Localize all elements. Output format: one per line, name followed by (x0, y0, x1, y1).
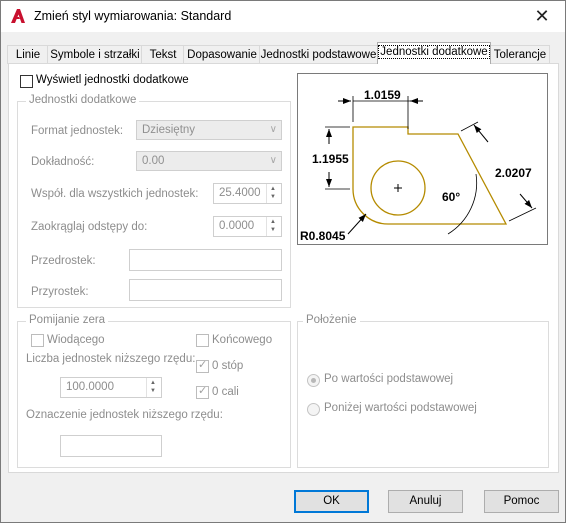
sub-units-factor-spinner[interactable]: 100.0000 ▲ ▼ (60, 377, 162, 398)
trailing-zero-checkbox[interactable] (196, 334, 209, 347)
prefix-input[interactable] (129, 249, 282, 271)
dimension-preview: 1.0159 1.1955 2.0207 60° R0.8045 (297, 73, 548, 245)
title-bar: Zmień styl wymiarowania: Standard ✕ (1, 1, 565, 32)
window-title: Zmień styl wymiarowania: Standard (34, 9, 232, 23)
below-primary-label: Poniżej wartości podstawowej (324, 402, 477, 414)
dim-angle-text: 60° (442, 190, 460, 204)
help-button[interactable]: Pomoc (484, 490, 559, 513)
preview-drawing: 1.0159 1.1955 2.0207 60° R0.8045 (300, 88, 537, 243)
round-off-label: Zaokrąglaj odstępy do: (31, 221, 148, 233)
unit-format-select[interactable]: Dziesiętny ∨ (136, 120, 282, 140)
below-primary-radio[interactable] (307, 403, 320, 416)
after-primary-radio[interactable] (307, 374, 320, 387)
suffix-label: Przyrostek: (31, 286, 89, 298)
show-alt-units-checkbox[interactable] (20, 75, 33, 88)
leading-zero-checkbox[interactable] (31, 334, 44, 347)
chevron-down-icon: ∨ (269, 155, 277, 166)
autocad-logo-icon (11, 9, 25, 23)
chevron-down-icon: ∨ (269, 124, 277, 135)
unit-format-label: Format jednostek: (31, 125, 124, 137)
after-primary-label: Po wartości podstawowej (324, 373, 454, 385)
tab-jednostki-podstawowe[interactable]: Jednostki podstawowe (259, 45, 378, 64)
preview-part-outline (352, 126, 508, 225)
dialog-window: Zmień styl wymiarowania: Standard ✕ Lini… (0, 0, 566, 523)
dim-left-text: 1.1955 (312, 152, 349, 166)
sub-units-factor-label: Liczba jednostek niższego rzędu: (26, 353, 196, 365)
tab-jednostki-dodatkowe[interactable]: Jednostki dodatkowe (377, 42, 491, 64)
show-alt-units-label: Wyświetl jednostki dodatkowe (36, 74, 189, 86)
tab-symbole[interactable]: Symbole i strzałki (47, 45, 143, 64)
tab-linie[interactable]: Linie (7, 45, 49, 64)
cancel-button[interactable]: Anuluj (388, 490, 463, 513)
dim-top-text: 1.0159 (364, 88, 401, 102)
dim-right-text: 2.0207 (495, 166, 532, 180)
inches-label: 0 cali (212, 386, 239, 398)
suffix-input[interactable] (129, 279, 282, 301)
tab-tekst[interactable]: Tekst (141, 45, 185, 64)
precision-label: Dokładność: (31, 156, 95, 168)
precision-select[interactable]: 0.00 ∨ (136, 151, 282, 171)
leading-zero-label: Wiodącego (47, 334, 105, 346)
placement-group-title: Położenie (303, 314, 360, 326)
multiplier-spinner[interactable]: 25.4000 ▲ ▼ (213, 183, 282, 204)
feet-checkbox[interactable] (196, 358, 209, 373)
multiplier-label: Współ. dla wszystkich jednostek: (31, 188, 199, 200)
feet-label: 0 stóp (212, 360, 244, 372)
tab-dopasowanie[interactable]: Dopasowanie (183, 45, 261, 64)
sub-unit-suffix-input[interactable] (60, 435, 162, 457)
round-off-spinner[interactable]: 0.0000 ▲ ▼ (213, 216, 282, 237)
sub-unit-suffix-label: Oznaczenie jednostek niższego rzędu: (26, 409, 223, 421)
prefix-label: Przedrostek: (31, 255, 96, 267)
inches-checkbox[interactable] (196, 384, 209, 399)
trailing-zero-label: Końcowego (212, 334, 273, 346)
tab-tolerancje[interactable]: Tolerancje (490, 45, 550, 64)
zero-suppression-group-title: Pomijanie zera (26, 314, 109, 326)
close-icon[interactable]: ✕ (519, 1, 565, 32)
dim-radius-text: R0.8045 (300, 229, 346, 243)
placement-group (297, 321, 549, 468)
alt-units-group-title: Jednostki dodatkowe (26, 94, 140, 106)
ok-button[interactable]: OK (294, 490, 369, 513)
